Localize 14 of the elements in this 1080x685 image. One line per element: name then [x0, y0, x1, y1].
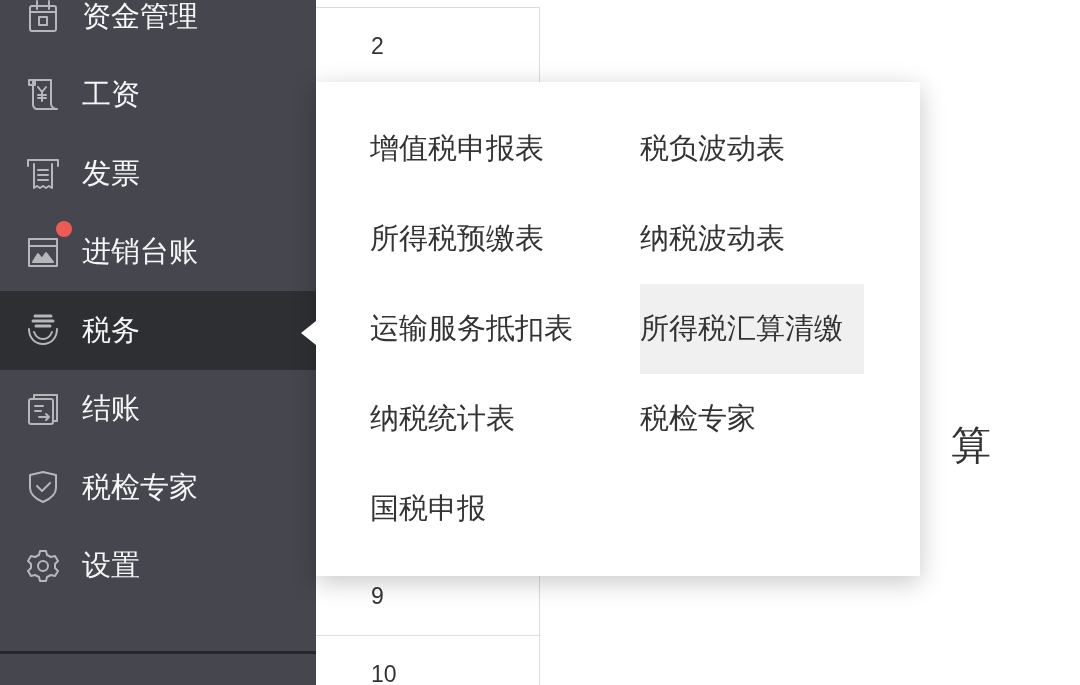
scroll-icon	[27, 78, 59, 111]
documents-icon	[27, 392, 59, 425]
calendar-icon	[27, 0, 59, 33]
sidebar-item[interactable]: 税务	[0, 291, 316, 370]
heading-text: 算	[951, 423, 991, 467]
receipt-icon	[27, 157, 59, 190]
cell-text: 9	[371, 584, 384, 608]
settings-icon	[27, 549, 59, 582]
shield-check-icon	[27, 471, 59, 504]
cell-text: 2	[371, 35, 384, 59]
menu-item[interactable]: 所得税汇算清缴	[640, 284, 864, 374]
window-icon	[27, 235, 59, 268]
coin-bowl-icon	[27, 314, 59, 347]
cell-text: 10	[371, 663, 397, 685]
